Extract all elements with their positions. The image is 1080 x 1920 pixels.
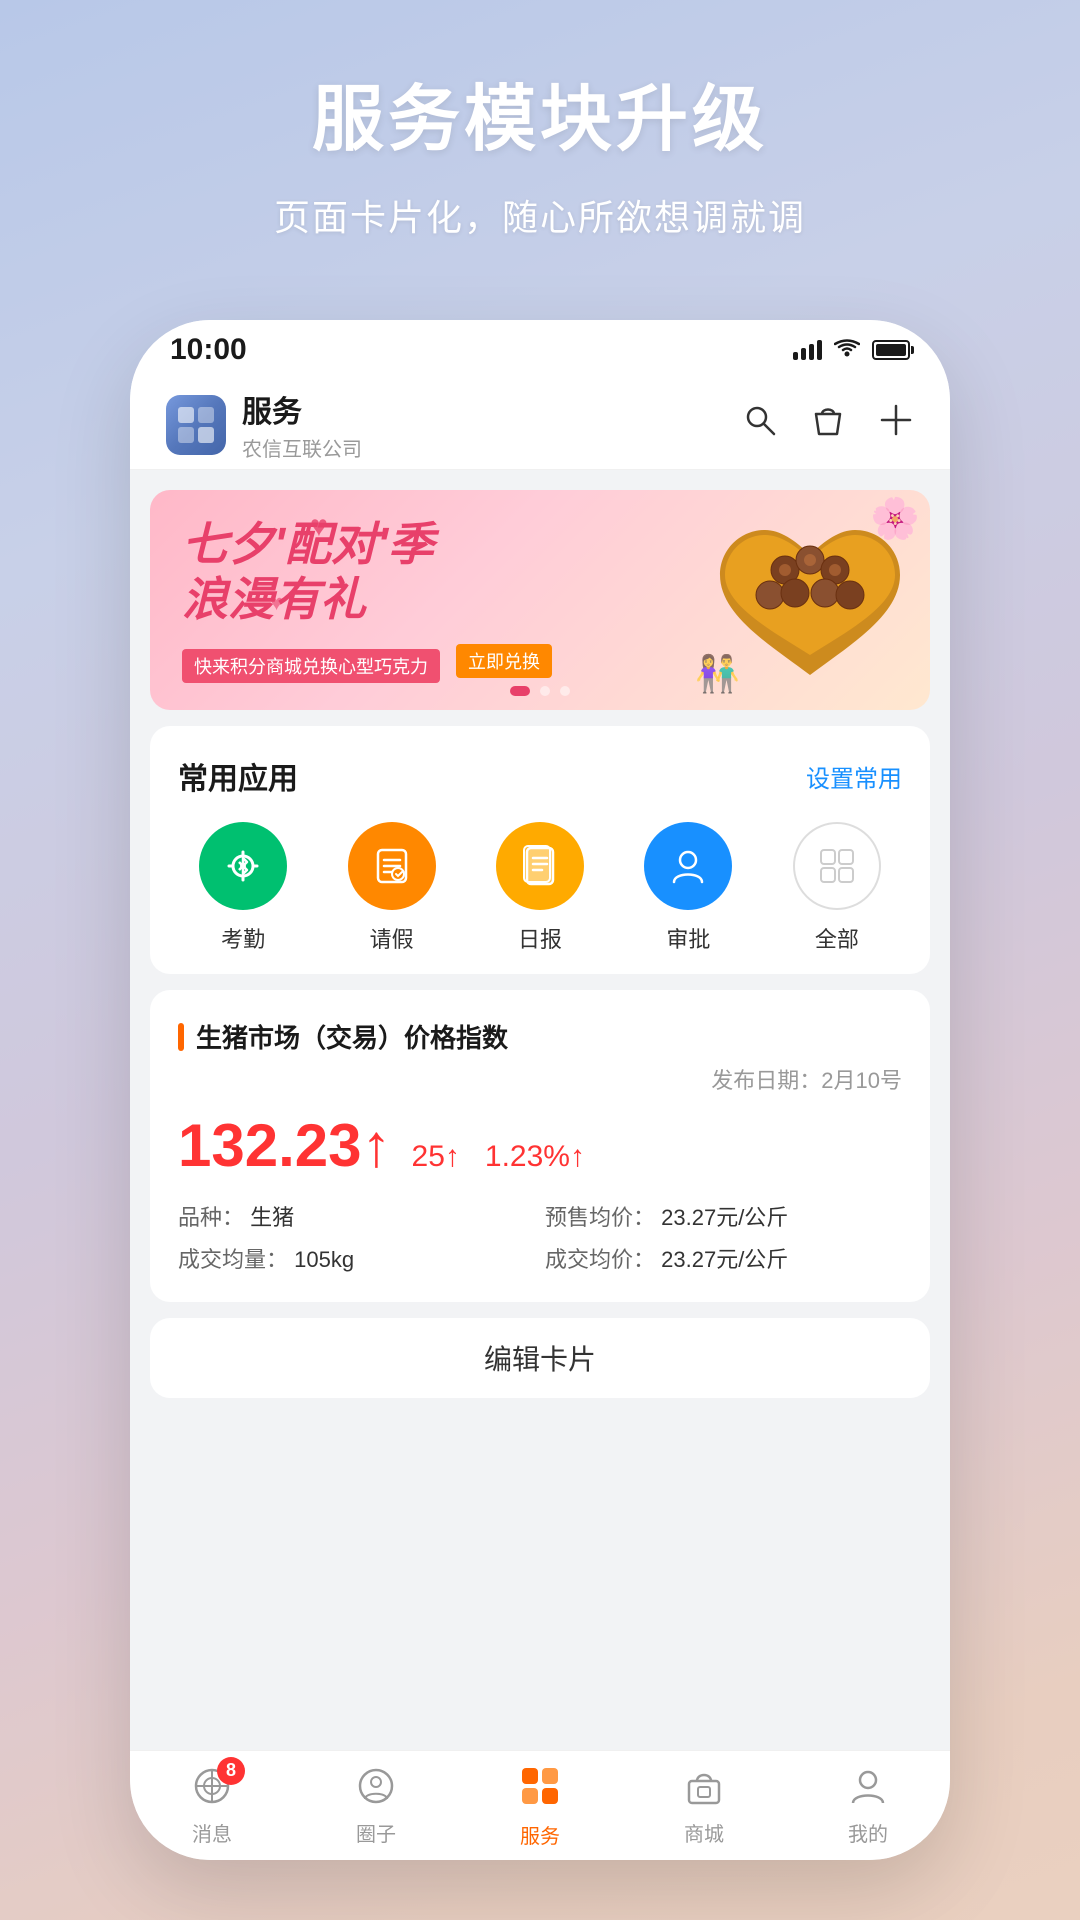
battery-fill (876, 344, 906, 356)
messages-badge: 8 (217, 1757, 245, 1785)
common-apps-title: 常用应用 (178, 754, 298, 798)
app-label-leave: 请假 (370, 922, 414, 954)
edit-card-button[interactable]: 编辑卡片 (150, 1318, 930, 1398)
status-bar: 10:00 (130, 320, 950, 380)
nav-icon-circle-wrapper (355, 1765, 397, 1812)
search-icon[interactable] (742, 402, 778, 447)
add-icon[interactable] (878, 402, 914, 447)
header-actions (742, 402, 914, 447)
app-item-approval[interactable]: 审批 (623, 822, 753, 954)
mall-icon (683, 1765, 725, 1807)
market-price-main: 132.23↑ (178, 1111, 392, 1180)
app-item-daily[interactable]: 日报 (475, 822, 605, 954)
hero-title: 服务模块升级 (0, 60, 1080, 165)
app-icon-approval (644, 822, 732, 910)
nav-label-service: 服务 (520, 1820, 560, 1849)
market-detail-breed: 品种： 生猪 (178, 1200, 535, 1232)
bottom-nav: 8 消息 圈子 (130, 1750, 950, 1860)
hero-subtitle: 页面卡片化，随心所欲想调就调 (0, 189, 1080, 241)
phone-frame: 10:00 (130, 320, 950, 1860)
nav-label-circle: 圈子 (356, 1818, 396, 1847)
bag-icon[interactable] (810, 402, 846, 447)
nav-icon-service-wrapper (517, 1763, 563, 1814)
common-apps-section: 常用应用 设置常用 (150, 726, 930, 974)
market-date: 发布日期：2月10号 (178, 1063, 902, 1095)
banner-text-area: 七夕'配对'季 浪漫有礼 快来积分商城兑换心型巧克力 立即兑换 (150, 493, 690, 707)
status-icons (793, 337, 910, 363)
chocolate-box (710, 515, 910, 685)
app-item-leave[interactable]: 请假 (326, 822, 456, 954)
heart-deco-2: ♥ (270, 590, 283, 616)
nav-icon-mall-wrapper (683, 1765, 725, 1812)
app-icon-all (793, 822, 881, 910)
nav-item-mine[interactable]: 我的 (786, 1765, 950, 1847)
header-title: 服务 (242, 387, 362, 431)
app-icon-daily (496, 822, 584, 910)
market-details: 品种： 生猪 预售均价： 23.27元/公斤 成交均量： 105kg 成交均价：… (178, 1200, 902, 1274)
market-detail-price: 成交均价： 23.27元/公斤 (545, 1242, 902, 1274)
market-card: 生猪市场（交易）价格指数 发布日期：2月10号 132.23↑ 25↑ 1.23… (150, 990, 930, 1302)
phone-screen: 10:00 (130, 320, 950, 1860)
nav-label-mine: 我的 (848, 1818, 888, 1847)
app-item-attendance[interactable]: 考勤 (178, 822, 308, 954)
app-item-all[interactable]: 全部 (772, 822, 902, 954)
heart-deco-1: ♥ (310, 510, 328, 544)
market-price-row: 132.23↑ 25↑ 1.23%↑ (178, 1111, 902, 1180)
banner-title: 七夕'配对'季 浪漫有礼 (182, 517, 658, 627)
signal-bar-3 (809, 344, 814, 360)
nav-item-service[interactable]: 服务 (458, 1763, 622, 1849)
banner-dot-2 (540, 686, 550, 696)
banner-dot-1 (510, 686, 530, 696)
banner-dot-3 (560, 686, 570, 696)
common-apps-header: 常用应用 设置常用 (178, 754, 902, 798)
app-label-attendance: 考勤 (221, 922, 265, 954)
market-price-change: 25↑ 1.23%↑ (412, 1140, 585, 1174)
nav-icon-mine-wrapper (847, 1765, 889, 1812)
app-icon-leave (348, 822, 436, 910)
banner-tag: 快来积分商城兑换心型巧克力 (182, 649, 440, 683)
app-label-daily: 日报 (518, 922, 562, 954)
app-icon-attendance (199, 822, 287, 910)
circle-icon (355, 1765, 397, 1807)
header-left: 服务 农信互联公司 (166, 387, 362, 462)
scroll-content: 七夕'配对'季 浪漫有礼 快来积分商城兑换心型巧克力 立即兑换 🌸 (130, 470, 950, 1750)
nav-item-circle[interactable]: 圈子 (294, 1765, 458, 1847)
couple-icon: 👫 (695, 653, 740, 695)
common-apps-action[interactable]: 设置常用 (806, 759, 902, 794)
market-detail-presell: 预售均价： 23.27元/公斤 (545, 1200, 902, 1232)
banner[interactable]: 七夕'配对'季 浪漫有礼 快来积分商城兑换心型巧克力 立即兑换 🌸 (150, 490, 930, 710)
app-label-approval: 审批 (666, 922, 710, 954)
banner-link[interactable]: 立即兑换 (456, 644, 552, 678)
app-label-all: 全部 (815, 922, 859, 954)
banner-content: 七夕'配对'季 浪漫有礼 快来积分商城兑换心型巧克力 立即兑换 🌸 (150, 490, 930, 710)
signal-bar-1 (793, 352, 798, 360)
signal-bar-4 (817, 340, 822, 360)
apps-grid: 考勤 (178, 822, 902, 954)
nav-item-mall[interactable]: 商城 (622, 1765, 786, 1847)
nav-label-messages: 消息 (192, 1818, 232, 1847)
nav-icon-messages-wrapper: 8 (191, 1765, 233, 1812)
hero-section: 服务模块升级 页面卡片化，随心所欲想调就调 (0, 60, 1080, 241)
status-time: 10:00 (170, 333, 247, 367)
signal-icon (793, 340, 822, 360)
header-subtitle: 农信互联公司 (242, 433, 362, 462)
app-logo (166, 395, 226, 455)
service-icon (517, 1763, 563, 1809)
signal-bar-2 (801, 348, 806, 360)
page-header: 服务 农信互联公司 (130, 380, 950, 470)
market-header: 生猪市场（交易）价格指数 (178, 1018, 902, 1055)
mine-icon (847, 1765, 889, 1807)
market-indicator (178, 1023, 184, 1051)
banner-dots (510, 686, 570, 696)
nav-label-mall: 商城 (684, 1818, 724, 1847)
market-title: 生猪市场（交易）价格指数 (196, 1018, 508, 1055)
header-title-area: 服务 农信互联公司 (242, 387, 362, 462)
battery-icon (872, 340, 910, 360)
wifi-icon (834, 337, 860, 363)
market-detail-volume: 成交均量： 105kg (178, 1242, 535, 1274)
banner-image: 🌸 (690, 500, 930, 700)
nav-item-messages[interactable]: 8 消息 (130, 1765, 294, 1847)
